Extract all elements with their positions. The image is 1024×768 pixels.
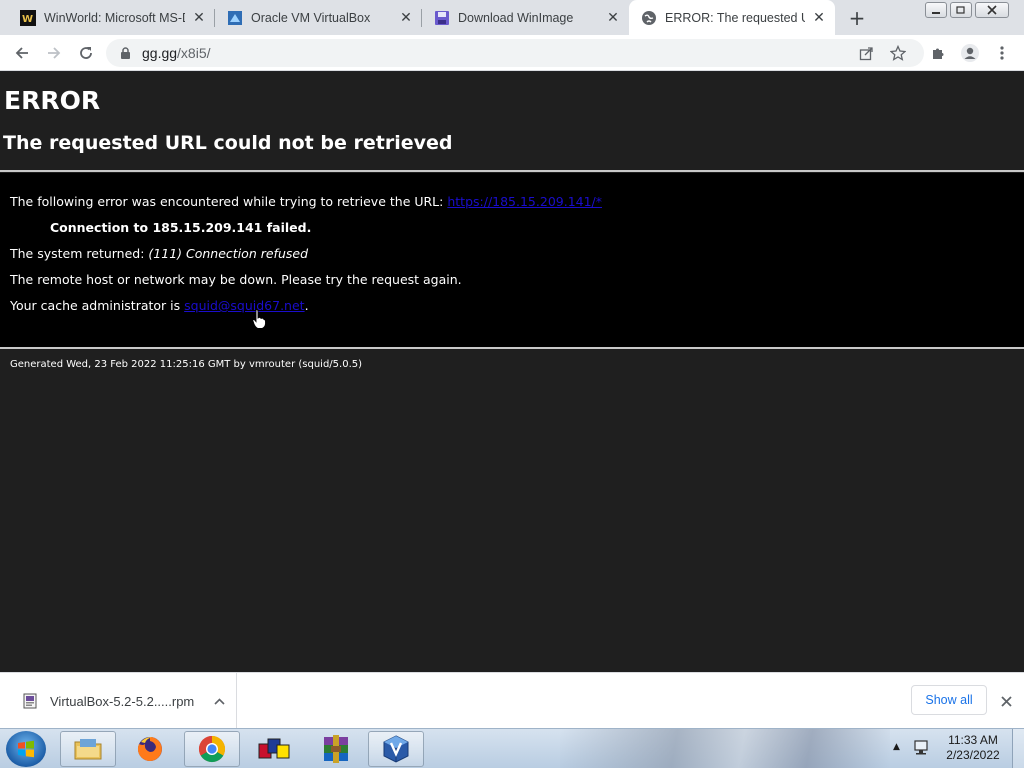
tab-error[interactable]: ERROR: The requested URL ✕ [629,0,835,35]
new-tab-button[interactable]: + [845,6,869,30]
cache-admin-suffix: . [304,298,309,313]
show-hidden-icons-icon[interactable]: ▲ [893,742,900,752]
virtualbox-icon [227,10,243,26]
divider [0,347,1024,349]
extensions-puzzle-icon[interactable] [928,43,948,63]
chevron-up-icon[interactable] [214,695,225,708]
page-title: ERROR [4,86,101,115]
show-all-button[interactable]: Show all [911,685,987,715]
remote-host-message: The remote host or network may be down. … [10,272,462,287]
windows-taskbar: ▲ 11:33 AM 2/23/2022 [0,728,1024,768]
download-shelf: VirtualBox-5.2-5.2.....rpm Show all [0,672,1024,729]
page-content: ERROR The requested URL could not be ret… [0,72,1024,672]
tab-title: Oracle VM VirtualBox [251,10,371,25]
network-icon[interactable] [913,739,931,757]
reload-button[interactable] [74,41,98,65]
taskbar-chrome[interactable] [184,731,240,767]
tab-title: Download WinImage [458,10,574,25]
taskbar-winimage[interactable] [246,731,302,767]
close-icon[interactable]: ✕ [811,10,827,26]
lock-icon[interactable] [118,46,132,60]
error-intro-line: The following error was encountered whil… [10,194,602,209]
system-clock[interactable]: 11:33 AM 2/23/2022 [942,733,1004,763]
tab-winimage[interactable]: Download WinImage ✕ [422,0,629,35]
clock-date: 2/23/2022 [946,748,1000,762]
share-icon[interactable] [856,43,876,63]
close-icon [987,5,997,15]
globe-icon [641,10,657,26]
url-text: gg.gg/x8i5/ [142,45,211,61]
explorer-icon [74,739,102,760]
winimage-icon [258,738,290,759]
connection-failed: Connection to 185.15.209.141 failed. [50,220,312,235]
rpm-file-icon [23,693,37,709]
virtualbox-icon [383,735,409,763]
tab-title: ERROR: The requested URL [665,10,805,25]
download-item[interactable]: VirtualBox-5.2-5.2.....rpm [0,673,237,729]
chrome-icon [198,735,226,763]
winrar-icon [324,735,348,763]
windows-logo-icon [18,740,34,758]
error-url-link[interactable]: https://185.15.209.141/* [447,194,602,209]
tab-virtualbox[interactable]: Oracle VM VirtualBox ✕ [215,0,422,35]
taskbar-winrar[interactable] [308,731,364,767]
start-button[interactable] [6,731,46,767]
back-button[interactable] [10,41,34,65]
taskbar-explorer[interactable] [60,731,116,767]
forward-button[interactable] [42,41,66,65]
svg-text:W: W [22,14,33,25]
close-icon[interactable]: ✕ [605,10,621,26]
url-path: /x8i5/ [177,45,211,61]
minimize-button[interactable] [925,2,947,18]
download-filename: VirtualBox-5.2-5.2.....rpm [50,693,195,709]
arrow-left-icon [15,47,28,59]
tab-winworld[interactable]: W WinWorld: Microsoft MS-D ✕ [8,0,215,35]
minimize-icon [932,12,940,14]
divider [0,170,1024,172]
tab-title: WinWorld: Microsoft MS-D [44,10,185,25]
menu-kebab-icon[interactable] [992,43,1012,63]
browser-toolbar: gg.gg/x8i5/ [0,35,1024,71]
winworld-icon: W [20,9,36,26]
taskbar-firefox[interactable] [122,731,178,767]
show-desktop-button[interactable] [1012,729,1024,768]
cache-admin-label: Your cache administrator is [10,298,185,313]
error-intro: The following error was encountered whil… [10,194,448,209]
close-icon[interactable]: ✕ [398,10,414,26]
hand-cursor-icon [252,309,266,329]
close-icon[interactable] [996,691,1016,711]
window-close-button[interactable] [975,2,1009,18]
error-details: The following error was encountered whil… [0,173,1024,347]
bookmark-star-icon[interactable] [888,43,908,63]
restore-icon [956,6,965,14]
system-returned-value: (111) Connection refused [148,246,308,261]
system-returned-line: The system returned: (111) Connection re… [10,246,308,261]
page-subtitle: The requested URL could not be retrieved [3,132,453,154]
arrow-right-icon [48,47,61,59]
clock-time: 11:33 AM [948,733,998,747]
cache-admin-email-link[interactable]: squid@squid67.net [184,298,304,313]
maximize-button[interactable] [950,2,972,18]
page-footer: Generated Wed, 23 Feb 2022 11:25:16 GMT … [10,359,363,370]
taskbar-virtualbox[interactable] [368,731,424,767]
reload-icon [80,47,92,59]
address-bar[interactable]: gg.gg/x8i5/ [106,39,924,67]
url-host: gg.gg [142,45,178,61]
tab-strip: W WinWorld: Microsoft MS-D ✕ Oracle VM V… [0,0,1024,35]
close-icon[interactable]: ✕ [191,10,207,26]
desktop-wallpaper-peek [560,729,890,768]
firefox-icon [137,737,162,761]
profile-avatar-icon[interactable] [960,43,980,63]
system-returned-label: The system returned: [10,246,149,261]
floppy-disk-icon [434,10,450,26]
